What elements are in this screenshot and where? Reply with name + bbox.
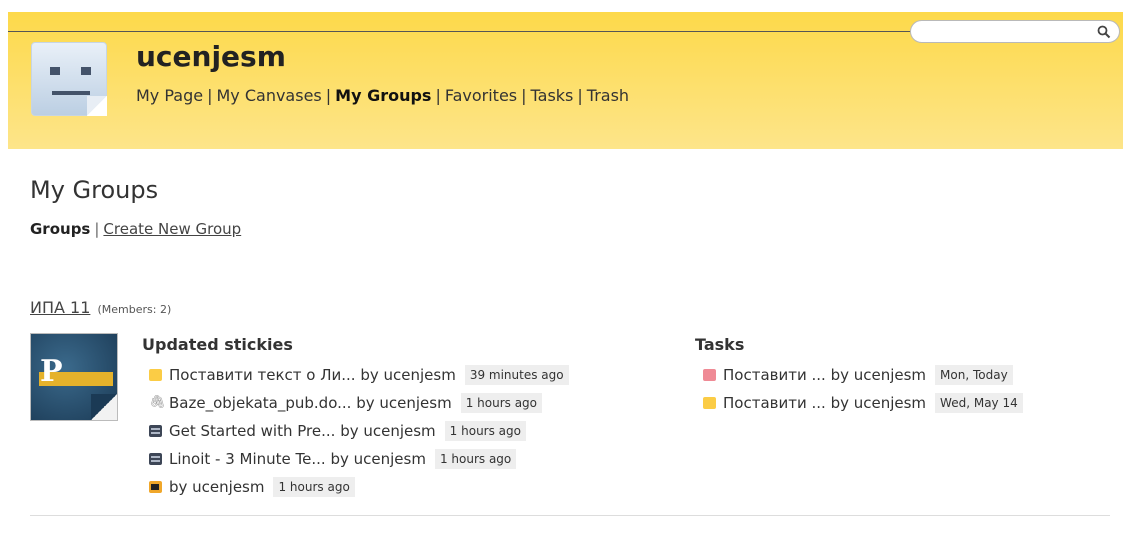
groups-subnav: Groups | Create New Group — [30, 220, 241, 238]
paperclip-icon: 🖇 — [149, 395, 166, 410]
nav-separator: | — [325, 86, 332, 105]
thumbnail-page-curl — [91, 394, 117, 420]
task-author: by ucenjesm — [830, 394, 927, 412]
task-item[interactable]: Поставити ... by ucenjesm Mon, Today — [703, 361, 1023, 389]
sticky-author: by ucenjesm — [169, 478, 265, 496]
group-thumbnail[interactable]: Р — [30, 333, 118, 421]
create-new-group-link[interactable]: Create New Group — [103, 220, 241, 238]
groups-tab-label: Groups — [30, 220, 91, 238]
sticky-timestamp: 1 hours ago — [434, 449, 517, 469]
pink-sticky-icon — [703, 369, 716, 381]
yellow-sticky-icon — [149, 369, 162, 381]
updated-stickies-heading: Updated stickies — [142, 335, 293, 354]
page-title: My Groups — [30, 176, 159, 204]
sticky-title[interactable]: Linoit - 3 Minute Te... — [169, 450, 326, 468]
nav-separator: | — [521, 86, 527, 105]
sticky-item[interactable]: 🖇 Baze_objekata_pub.do... by ucenjesm 1 … — [149, 389, 569, 417]
nav-tasks[interactable]: Tasks — [531, 86, 574, 105]
search-box[interactable] — [910, 20, 1120, 43]
subnav-separator: | — [94, 220, 100, 238]
main-nav: My Page | My Canvases | My Groups | Favorites |… — [136, 86, 629, 105]
updated-stickies-list: Поставити текст о Ли... by ucenjesm 39 m… — [149, 361, 569, 501]
avatar-left-eye — [50, 67, 60, 75]
sticky-author: by ucenjesm — [340, 422, 436, 440]
task-title[interactable]: Поставити ... — [723, 366, 826, 384]
sticky-timestamp: 1 hours ago — [273, 477, 355, 497]
search-icon[interactable] — [1097, 25, 1111, 39]
group-divider — [30, 515, 1110, 516]
task-title[interactable]: Поставити ... — [723, 394, 826, 412]
sticky-item[interactable]: Поставити текст о Ли... by ucenjesm 39 m… — [149, 361, 569, 389]
sticky-title[interactable]: Baze_objekata_pub.do... — [169, 394, 351, 412]
nav-my-groups[interactable]: My Groups — [335, 86, 431, 105]
username-title: ucenjesm — [136, 40, 286, 73]
sticky-timestamp: 1 hours ago — [460, 393, 543, 413]
nav-separator: | — [207, 86, 213, 105]
sticky-timestamp: 1 hours ago — [444, 421, 526, 441]
avatar-right-eye — [81, 67, 91, 75]
nav-favorites[interactable]: Favorites — [445, 86, 517, 105]
tasks-list: Поставити ... by ucenjesm Mon, Today Пос… — [703, 361, 1023, 417]
nav-my-page[interactable]: My Page — [136, 86, 203, 105]
sticky-title[interactable]: Get Started with Pre... — [169, 422, 335, 440]
sticky-author: by ucenjesm — [360, 366, 456, 384]
group-members-count: (Members: 2) — [97, 303, 172, 316]
sticky-timestamp: 39 minutes ago — [464, 365, 569, 385]
sticky-item[interactable]: Linoit - 3 Minute Te... by ucenjesm 1 ho… — [149, 445, 569, 473]
film-icon — [149, 453, 162, 465]
nav-my-canvases[interactable]: My Canvases — [216, 86, 321, 105]
yellow-sticky-icon — [703, 397, 716, 409]
sticky-item[interactable]: by ucenjesm 1 hours ago — [149, 473, 569, 501]
tasks-heading: Tasks — [695, 335, 745, 354]
sticky-author: by ucenjesm — [356, 394, 452, 412]
sticky-author: by ucenjesm — [330, 450, 426, 468]
task-due-date: Wed, May 14 — [935, 393, 1023, 413]
nav-trash[interactable]: Trash — [587, 86, 629, 105]
task-due-date: Mon, Today — [935, 365, 1013, 385]
sticky-item[interactable]: Get Started with Pre... by ucenjesm 1 ho… — [149, 417, 569, 445]
nav-separator: | — [577, 86, 583, 105]
nav-separator: | — [435, 86, 441, 105]
video-icon — [149, 481, 162, 493]
film-icon — [149, 425, 162, 437]
avatar-page-fold — [87, 96, 107, 116]
header-divider-line — [8, 31, 913, 32]
task-author: by ucenjesm — [830, 366, 927, 384]
avatar-mouth — [52, 91, 90, 95]
sticky-title[interactable]: Поставити текст о Ли... — [169, 366, 356, 384]
thumbnail-letter: Р — [40, 354, 63, 389]
search-input[interactable] — [921, 23, 1091, 40]
task-item[interactable]: Поставити ... by ucenjesm Wed, May 14 — [703, 389, 1023, 417]
avatar[interactable] — [31, 42, 107, 116]
group-name-link[interactable]: ИПА 11 — [30, 298, 90, 317]
group-heading: ИПА 11 (Members: 2) — [30, 298, 171, 317]
